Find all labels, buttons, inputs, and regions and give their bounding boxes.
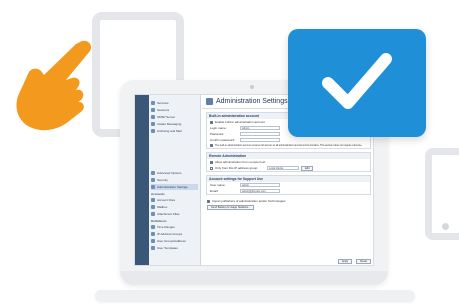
- nav-item-user-templates[interactable]: User Templates: [151, 245, 198, 251]
- confirm-password-input[interactable]: [240, 138, 280, 142]
- checkbox-label: Allow administration from remote host: [215, 160, 266, 164]
- nav-label: Time Ranges: [157, 225, 175, 229]
- template-icon: [151, 246, 155, 250]
- user-icon: [151, 198, 155, 202]
- edit-button[interactable]: Edit: [301, 165, 314, 171]
- nav-label: IP Address Groups: [157, 232, 183, 236]
- sessions-icon: [151, 108, 155, 112]
- publish-checkbox[interactable]: [207, 199, 210, 203]
- password-input[interactable]: [240, 132, 280, 136]
- checkbox-label: Import publishers of administration and/…: [212, 199, 286, 203]
- nav-item-advanced[interactable]: Advanced Options: [151, 170, 198, 176]
- checkmark-badge: [288, 29, 426, 137]
- hero-illustration: Services Sessions SMSP Server Instant Me…: [0, 0, 459, 306]
- nav-item-user-groups[interactable]: User Groups/Address: [151, 238, 198, 244]
- checkbox-label: Only from this IP address group:: [215, 166, 258, 170]
- page-title: Administration Settings: [216, 98, 288, 105]
- nav-item-time-ranges[interactable]: Time Ranges: [151, 224, 198, 230]
- allow-remote-checkbox[interactable]: [210, 160, 213, 164]
- ip-group-select[interactable]: Local clients: [267, 166, 299, 170]
- app-sidebar-strip: [135, 95, 149, 265]
- server-icon: [151, 115, 155, 119]
- footer-actions: Apply Reset: [336, 259, 371, 264]
- services-icon: [151, 101, 155, 105]
- nav-item-instant-messaging[interactable]: Instant Messaging: [151, 121, 198, 127]
- nav-item-mailbox[interactable]: Mailbox: [151, 204, 198, 210]
- checkmark-icon: [322, 53, 392, 109]
- support-account-panel: Account settings for Support Use User na…: [206, 175, 371, 195]
- nav-label: User Groups/Address: [157, 239, 186, 243]
- laptop-camera: [250, 85, 254, 89]
- nav-section-definitions: Definitions: [151, 219, 167, 223]
- field-label: Email:: [210, 189, 219, 193]
- nav-item-account-files[interactable]: Account Files: [151, 197, 198, 203]
- mailbox-icon: [151, 205, 155, 209]
- send-statistics-button[interactable]: Send Backup & Usage Statistics...: [207, 204, 255, 210]
- archive-icon: [151, 129, 155, 133]
- nav-label: Security: [157, 178, 168, 182]
- ip-group-checkbox[interactable]: [210, 166, 213, 170]
- nav-label: SMSP Server: [157, 115, 176, 119]
- advanced-icon: [151, 171, 155, 175]
- nav-item-archiving[interactable]: Archiving and Mail: [151, 128, 198, 134]
- nav-label: Services: [157, 101, 169, 105]
- field-label: Confirm password:: [210, 138, 236, 142]
- phone-home-button: [442, 223, 449, 230]
- chat-icon: [151, 122, 155, 126]
- nav-item-services[interactable]: Services: [151, 100, 198, 106]
- nav-item-sessions[interactable]: Sessions: [151, 107, 198, 113]
- reset-button[interactable]: Reset: [356, 259, 371, 264]
- nav-label: Administration Settings: [157, 185, 188, 189]
- nav-label: Instant Messaging: [157, 122, 182, 126]
- network-icon: [151, 232, 155, 236]
- nav-label: Attachment Filter: [157, 212, 180, 216]
- remote-admin-panel: Remote Administration Allow administrati…: [206, 152, 371, 172]
- username-input[interactable]: admin: [240, 183, 280, 187]
- apply-button[interactable]: Apply: [337, 259, 353, 264]
- nav-item-attachment-filter[interactable]: Attachment Filter: [151, 211, 198, 217]
- nav-label: Advanced Options: [157, 171, 182, 175]
- admin-icon: [151, 185, 155, 189]
- login-name-input[interactable]: Admin: [240, 126, 280, 130]
- enable-admin-checkbox[interactable]: [210, 120, 213, 124]
- nav-label: Archiving and Mail: [157, 129, 182, 133]
- checkbox-label: Enable built-in administration account: [215, 120, 265, 124]
- clock-icon: [151, 225, 155, 229]
- filter-icon: [151, 212, 155, 216]
- pointing-hand-icon: [16, 40, 92, 131]
- nav-item-security[interactable]: Security: [151, 177, 198, 183]
- nav-section-accounts: Accounts: [151, 192, 165, 196]
- field-label: User name:: [210, 183, 226, 187]
- field-label: Password:: [210, 132, 225, 136]
- laptop-chin: [120, 271, 388, 285]
- phone-outline: [425, 148, 459, 240]
- shield-icon: [151, 178, 155, 182]
- nav-label: User Templates: [157, 246, 178, 250]
- nav-label: Mailbox: [157, 205, 168, 209]
- nav-item-smsp[interactable]: SMSP Server: [151, 114, 198, 120]
- nav-item-ip-groups[interactable]: IP Address Groups: [151, 231, 198, 237]
- group-icon: [151, 239, 155, 243]
- nav-label: Account Files: [157, 198, 176, 202]
- settings-icon: [206, 98, 213, 105]
- email-input[interactable]: admin@domain.com: [240, 189, 280, 193]
- nav-label: Sessions: [157, 108, 170, 112]
- nav-item-administration[interactable]: Administration Settings: [151, 184, 198, 190]
- info-note: The built-in administration account ensu…: [215, 144, 363, 147]
- info-icon: [210, 144, 213, 147]
- navigation-panel: Services Sessions SMSP Server Instant Me…: [149, 95, 201, 265]
- field-label: Login name:: [210, 126, 227, 130]
- laptop-base: [95, 290, 415, 302]
